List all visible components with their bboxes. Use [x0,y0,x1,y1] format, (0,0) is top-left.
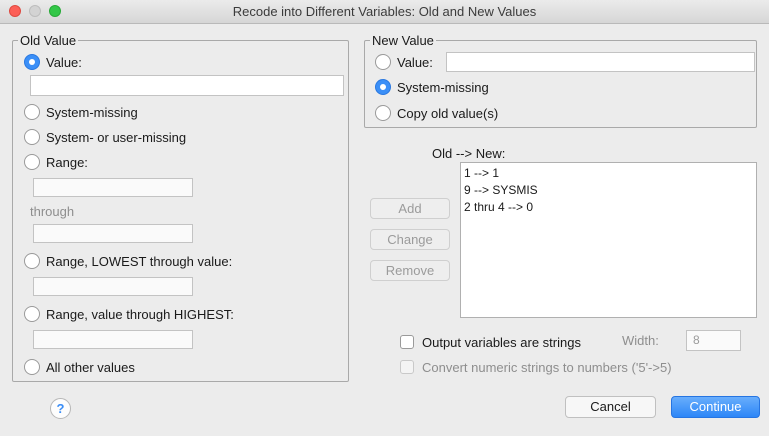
mapping-list[interactable]: 1 --> 1 9 --> SYSMIS 2 thru 4 --> 0 [460,162,757,318]
list-item[interactable]: 2 thru 4 --> 0 [464,199,753,216]
old-all-other-radio[interactable]: All other values [24,357,135,377]
list-item[interactable]: 1 --> 1 [464,165,753,182]
list-item[interactable]: 9 --> SYSMIS [464,182,753,199]
change-button[interactable]: Change [370,229,450,250]
new-system-missing-radio[interactable]: System-missing [375,77,489,97]
range-to-input[interactable] [33,224,193,243]
old-range-highest-radio[interactable]: Range, value through HIGHEST: [24,304,234,324]
new-system-missing-label: System-missing [397,79,489,95]
convert-numeric-label: Convert numeric strings to numbers ('5'-… [422,359,672,375]
range-from-input[interactable] [33,178,193,197]
new-copy-old-radio[interactable]: Copy old value(s) [375,103,498,123]
old-range-highest-label: Range, value through HIGHEST: [46,306,234,322]
radio-icon [24,154,40,170]
new-value-legend: New Value [370,33,436,48]
width-input[interactable]: 8 [686,330,741,351]
old-range-lowest-label: Range, LOWEST through value: [46,253,233,269]
output-strings-checkbox[interactable]: Output variables are strings [400,332,581,352]
help-icon[interactable]: ? [50,398,71,419]
new-value-label: Value: [397,54,433,70]
new-copy-old-label: Copy old value(s) [397,105,499,121]
old-system-user-missing-radio[interactable]: System- or user-missing [24,127,186,147]
width-label: Width: [622,333,659,348]
checkbox-icon [400,360,414,374]
old-system-missing-radio[interactable]: System-missing [24,102,138,122]
radio-icon [24,129,40,145]
range-lowest-input[interactable] [33,277,193,296]
radio-icon [24,253,40,269]
mapping-header: Old --> New: [432,146,506,161]
checkbox-icon [400,335,414,349]
new-value-input[interactable] [446,52,755,72]
old-value-label: Value: [46,54,82,70]
old-all-other-label: All other values [46,359,135,375]
through-label: through [30,204,75,219]
output-strings-label: Output variables are strings [422,334,581,350]
convert-numeric-checkbox[interactable]: Convert numeric strings to numbers ('5'-… [400,357,672,377]
radio-icon [24,359,40,375]
old-value-radio[interactable]: Value: [24,52,82,72]
add-button[interactable]: Add [370,198,450,219]
title-bar: Recode into Different Variables: Old and… [0,0,769,24]
radio-icon [375,105,391,121]
old-system-missing-label: System-missing [46,104,138,120]
old-value-legend: Old Value [18,33,79,48]
new-value-radio[interactable]: Value: [375,52,433,72]
old-range-label: Range: [46,154,88,170]
old-value-input[interactable] [30,75,344,96]
window-title: Recode into Different Variables: Old and… [232,4,537,19]
continue-button[interactable]: Continue [671,396,760,418]
range-highest-input[interactable] [33,330,193,349]
radio-selected-icon [24,54,40,70]
radio-selected-icon [375,79,391,95]
radio-icon [375,54,391,70]
old-range-lowest-radio[interactable]: Range, LOWEST through value: [24,251,232,271]
old-range-radio[interactable]: Range: [24,152,88,172]
radio-icon [24,306,40,322]
cancel-button[interactable]: Cancel [565,396,656,418]
old-system-user-missing-label: System- or user-missing [46,129,187,145]
radio-icon [24,104,40,120]
remove-button[interactable]: Remove [370,260,450,281]
